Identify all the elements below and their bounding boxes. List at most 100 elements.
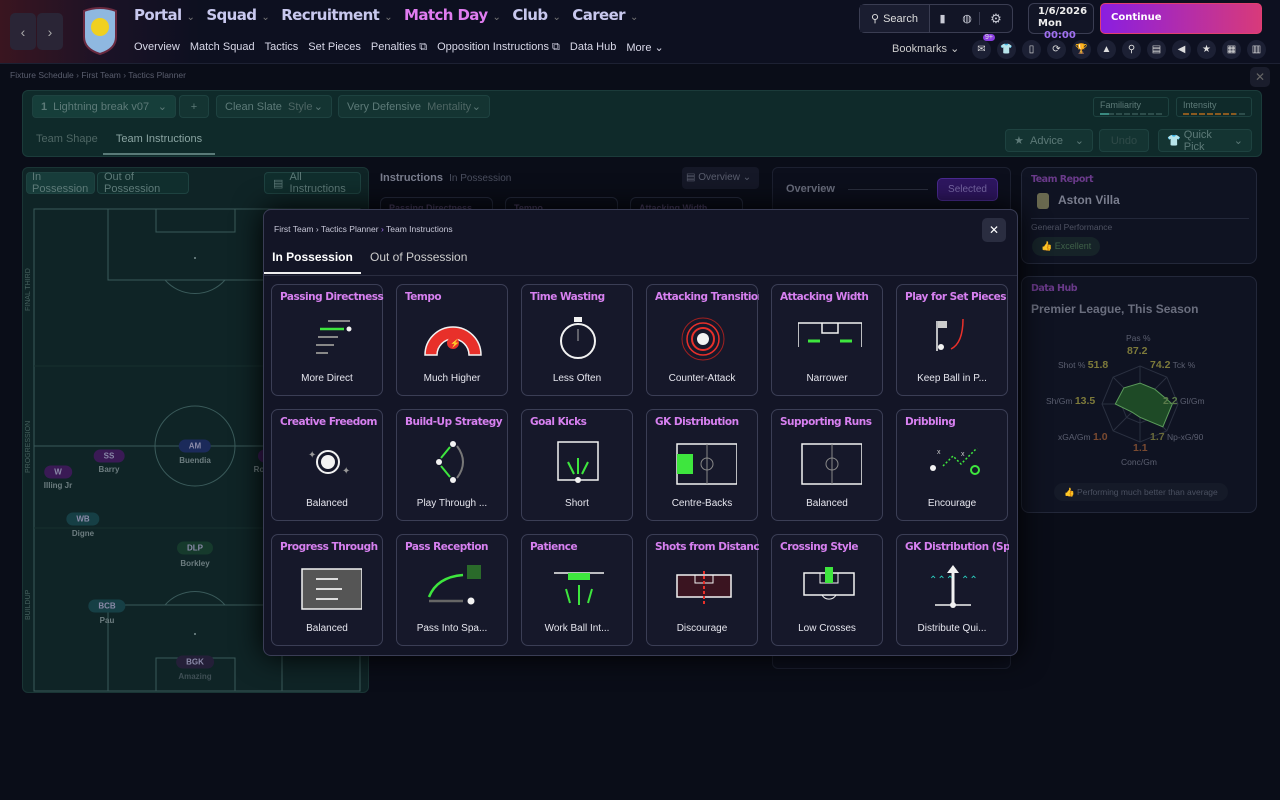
radar-label: xGA/Gm	[1058, 432, 1091, 442]
instruction-card[interactable]: Patience Work Ball Int...	[521, 534, 633, 646]
instruction-card[interactable]: Attacking Transition Counter-Attack	[646, 284, 759, 396]
undo-button[interactable]: Undo	[1099, 129, 1149, 152]
megaphone-icon[interactable]: ◀	[1172, 40, 1191, 59]
nav-portal[interactable]: Portal ⌄	[134, 6, 195, 24]
subnav-match-squad[interactable]: Match Squad	[190, 41, 255, 54]
report-icon[interactable]: ▯	[1022, 40, 1041, 59]
performance-text: Performing much better than average	[1076, 487, 1218, 497]
chevron-down-icon: ⌄	[157, 101, 167, 113]
chevron-down-icon: ⌄	[313, 101, 323, 113]
back-button[interactable]: ‹	[10, 13, 36, 50]
instructions-subtitle: In Possession	[449, 173, 512, 184]
subnav-penalties[interactable]: Penalties ⧉	[371, 41, 427, 54]
style-selector[interactable]: Clean Slate Style ⌄	[216, 95, 332, 118]
close-page-button[interactable]: ✕	[1250, 67, 1270, 87]
nav-club[interactable]: Club ⌄	[512, 6, 561, 24]
subnav-overview[interactable]: Overview	[134, 41, 180, 54]
instruction-card[interactable]: Tempo ⚡ Much Higher	[396, 284, 508, 396]
breadcrumb-first-team[interactable]: First Team	[274, 224, 314, 234]
instruction-card[interactable]: Play for Set Pieces Keep Ball in P...	[896, 284, 1008, 396]
tactic-selector[interactable]: 1 Lightning break v07 ⌄	[32, 95, 176, 118]
tab-team-shape[interactable]: Team Shape	[36, 133, 98, 145]
refresh-icon[interactable]: ⟳	[1047, 40, 1066, 59]
nav-squad[interactable]: Squad ⌄	[206, 6, 269, 24]
instruction-card[interactable]: Supporting Runs Balanced	[771, 409, 883, 521]
player-role-chip[interactable]: DLP	[177, 541, 213, 555]
instruction-card[interactable]: Attacking Width Narrower	[771, 284, 883, 396]
player-role-chip[interactable]: BCB	[88, 599, 126, 613]
shortcut-icons: ✉ 9+ 👕 ▯ ⟳ 🏆 ▲ ⚲ ▤ ◀ ★ ▦ ▥	[972, 34, 1266, 59]
goal-kick-icon	[557, 441, 599, 483]
player-role-chip[interactable]: BGK	[176, 655, 214, 669]
mentality-selector[interactable]: Very Defensive Mentality ⌄	[338, 95, 490, 118]
gear-icon[interactable]: ⚙	[980, 11, 1012, 27]
notes-icon[interactable]: ▥	[1247, 40, 1266, 59]
instruction-card[interactable]: Shots from Distance Discourage	[646, 534, 759, 646]
bookmark-icon[interactable]: ▮	[930, 12, 955, 25]
forward-button[interactable]: ›	[37, 13, 63, 50]
quick-pick-button[interactable]: 👕 Quick Pick ⌄	[1158, 129, 1252, 153]
radar-label: Shot %	[1058, 360, 1086, 370]
modal-tab-out-of-possession[interactable]: Out of Possession	[370, 250, 467, 264]
instruction-card[interactable]: Progress Through Balanced	[271, 534, 383, 646]
inbox-icon[interactable]: ✉ 9+	[972, 34, 995, 59]
view-label: Overview	[698, 172, 740, 183]
globe-icon[interactable]: ◍	[955, 12, 980, 25]
scout-icon[interactable]: ⚲	[1122, 40, 1141, 59]
toolbar-group: ⚲ Search ▮ ◍ ⚙	[859, 4, 1013, 33]
modal-tab-in-possession[interactable]: In Possession	[264, 247, 361, 274]
view-dropdown[interactable]: ▤ Overview ⌄	[682, 167, 759, 189]
player-role-chip[interactable]: AM	[178, 439, 212, 453]
player-role-chip[interactable]: SS	[93, 449, 125, 463]
chevron-down-icon: ⌄	[552, 12, 561, 23]
trophy-icon[interactable]: 🏆	[1072, 40, 1091, 59]
instruction-card[interactable]: Dribbling xx Encourage	[896, 409, 1008, 521]
chevron-down-icon: ⌄	[261, 12, 270, 23]
calendar-icon[interactable]: ▦	[1222, 40, 1241, 59]
shirt-icon[interactable]: 👕	[997, 40, 1016, 59]
nav-career[interactable]: Career ⌄	[572, 6, 638, 24]
date-display[interactable]: 1/6/2026 Mon 00:00	[1028, 3, 1094, 41]
instruction-card[interactable]: Passing Directness More Direct	[271, 284, 384, 396]
instruction-card[interactable]: Build-Up Strategy Play Through ...	[396, 409, 508, 521]
instruction-card[interactable]: Pass Reception Pass Into Spa...	[396, 534, 508, 646]
player-role-chip[interactable]: W	[44, 465, 72, 479]
subnav-data-hub[interactable]: Data Hub	[570, 41, 616, 54]
breadcrumb-tactics-planner[interactable]: Tactics Planner	[128, 70, 186, 80]
subnav-more[interactable]: More ⌄	[626, 41, 663, 54]
list-icon: ▤	[686, 172, 696, 183]
breadcrumb-fixture-schedule[interactable]: Fixture Schedule	[10, 70, 74, 80]
document-icon[interactable]: ▤	[1147, 40, 1166, 59]
breadcrumb-first-team[interactable]: First Team	[81, 70, 121, 80]
bookmarks-label: Bookmarks	[892, 43, 948, 55]
nav-match-day[interactable]: Match Day ⌄	[404, 6, 501, 24]
nav-recruitment[interactable]: Recruitment ⌄	[281, 6, 392, 24]
advice-button[interactable]: ★ Advice ⌄	[1005, 129, 1093, 152]
star-search-icon[interactable]: ★	[1197, 40, 1216, 59]
subnav-label: Penalties	[370, 41, 417, 53]
instruction-card[interactable]: Creative Freedom ✦ ✦ Balanced	[271, 409, 383, 521]
subnav-set-pieces[interactable]: Set Pieces	[308, 41, 361, 54]
cone-icon[interactable]: ▲	[1097, 40, 1116, 59]
instruction-card[interactable]: GK Distribution (Speed ⌃⌃⌃⌃⌃ Distribute …	[896, 534, 1009, 646]
breadcrumb-tactics-planner[interactable]: Tactics Planner	[321, 224, 379, 234]
instructions-header: Instructions In Possession	[380, 172, 511, 184]
nav-label: Match Day	[404, 6, 488, 24]
subnav-tactics[interactable]: Tactics	[265, 41, 299, 54]
subnav-opposition-instructions[interactable]: Opposition Instructions ⧉	[437, 41, 560, 54]
instruction-card[interactable]: Time Wasting Less Often	[521, 284, 633, 396]
search-button[interactable]: ⚲ Search	[860, 5, 930, 32]
player-role-chip[interactable]: WB	[66, 512, 100, 526]
modal-breadcrumb: First Team › Tactics Planner › Team Inst…	[274, 224, 453, 234]
tab-team-instructions[interactable]: Team Instructions	[103, 131, 215, 155]
add-tactic-button[interactable]: +	[179, 95, 209, 118]
bookmarks-dropdown[interactable]: Bookmarks ⌄	[892, 42, 959, 55]
selected-toggle[interactable]: Selected	[937, 178, 998, 201]
perf-label: General Performance	[1031, 222, 1113, 232]
instruction-card[interactable]: GK Distribution Centre-Backs	[646, 409, 758, 521]
instruction-card[interactable]: Goal Kicks Short	[521, 409, 633, 521]
close-modal-button[interactable]: ✕	[982, 218, 1006, 242]
card-value: Encourage	[927, 498, 977, 509]
instruction-card[interactable]: Crossing Style Low Crosses	[771, 534, 883, 646]
continue-button[interactable]: Continue	[1100, 3, 1262, 34]
